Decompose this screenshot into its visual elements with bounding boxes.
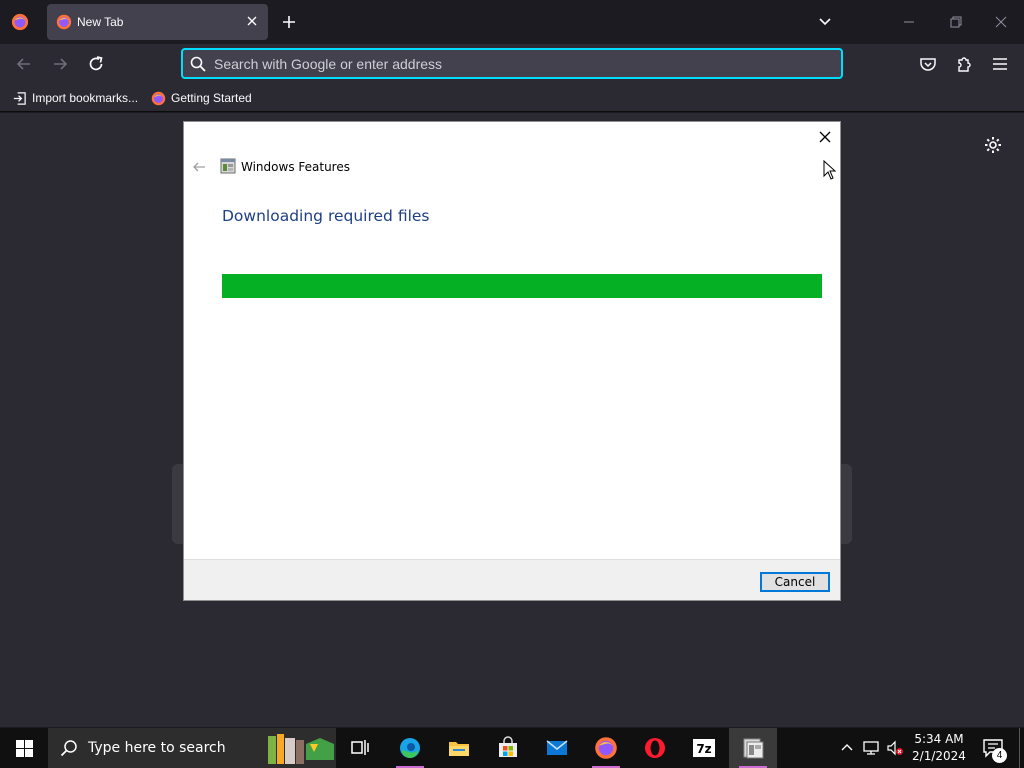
clock-date: 2/1/2024 — [912, 749, 966, 763]
gear-icon[interactable] — [983, 135, 1003, 155]
windows-taskbar: Type here to search 7z 5:34 AM 2/1/2024 … — [0, 728, 1024, 768]
mouse-cursor-icon — [823, 160, 837, 180]
taskbar-mail[interactable] — [533, 728, 581, 768]
dialog-title: Windows Features — [241, 160, 350, 174]
tab-title: New Tab — [77, 15, 124, 29]
search-highlight-books-icon — [268, 734, 334, 764]
mail-icon — [546, 740, 568, 755]
windows-features-app-icon — [220, 158, 236, 174]
minimize-window-icon[interactable] — [886, 0, 932, 44]
address-bar[interactable] — [181, 48, 843, 79]
windows-logo-icon — [15, 739, 33, 757]
pocket-icon[interactable] — [918, 54, 938, 74]
folder-icon — [449, 742, 469, 756]
start-button[interactable] — [0, 728, 48, 768]
dialog-footer: Cancel — [184, 559, 840, 600]
cancel-button[interactable]: Cancel — [760, 572, 830, 592]
progress-fill — [222, 274, 822, 298]
windows-features-app-icon — [743, 738, 764, 759]
search-icon — [60, 740, 77, 757]
firefox-icon — [595, 737, 617, 759]
tab-bar: New Tab — [0, 0, 1024, 44]
reload-icon[interactable] — [86, 54, 106, 74]
chevron-up-icon[interactable] — [838, 739, 856, 757]
navigation-toolbar — [0, 44, 1024, 84]
bookmark-import[interactable]: Import bookmarks... — [12, 90, 138, 106]
forward-arrow-icon[interactable] — [50, 54, 70, 74]
import-icon — [13, 91, 26, 105]
taskbar-opera[interactable] — [631, 728, 679, 768]
taskbar-file-explorer[interactable] — [435, 728, 483, 768]
bookmark-label: Getting Started — [171, 91, 252, 105]
taskbar-microsoft-store[interactable] — [484, 728, 532, 768]
edge-icon — [400, 738, 420, 758]
back-arrow-icon[interactable] — [14, 54, 34, 74]
address-input[interactable] — [214, 52, 814, 76]
task-view-icon — [351, 740, 369, 755]
close-window-icon[interactable] — [978, 0, 1024, 44]
taskbar-task-view[interactable] — [336, 728, 384, 768]
taskbar-edge[interactable] — [386, 728, 434, 768]
download-progress-bar — [222, 274, 822, 298]
hamburger-menu-icon[interactable] — [990, 54, 1010, 74]
volume-muted-icon[interactable] — [886, 739, 904, 757]
svg-text:7z: 7z — [696, 742, 711, 756]
show-desktop-button[interactable] — [1019, 728, 1024, 768]
dialog-heading: Downloading required files — [222, 207, 430, 225]
windows-features-dialog: Windows Features Downloading required fi… — [183, 121, 841, 601]
notification-count-badge: 4 — [992, 748, 1007, 763]
bookmark-label: Import bookmarks... — [32, 91, 139, 105]
bookmarks-toolbar: Import bookmarks... Getting Started — [0, 84, 1024, 112]
taskbar-search-box[interactable]: Type here to search — [48, 728, 336, 768]
clock-time: 5:34 AM — [914, 732, 964, 746]
7zip-icon: 7z — [693, 739, 715, 757]
restore-window-icon[interactable] — [932, 0, 978, 44]
taskbar-firefox[interactable] — [582, 728, 630, 768]
taskbar-7zip[interactable]: 7z — [680, 728, 728, 768]
firefox-bookmark-icon — [151, 91, 166, 105]
close-tab-icon[interactable] — [244, 13, 260, 29]
new-tab-plus-icon[interactable] — [280, 13, 298, 31]
network-icon[interactable] — [862, 739, 880, 757]
back-arrow-icon[interactable] — [192, 160, 206, 174]
opera-icon — [645, 738, 665, 758]
search-icon — [190, 56, 206, 72]
firefox-tab-icon — [56, 14, 72, 30]
store-icon — [499, 736, 517, 757]
taskbar-windows-features[interactable] — [729, 728, 777, 768]
close-icon[interactable] — [816, 128, 834, 146]
taskbar-search-placeholder: Type here to search — [88, 740, 226, 756]
system-clock[interactable]: 5:34 AM 2/1/2024 — [912, 731, 966, 765]
chevron-down-icon[interactable] — [817, 14, 833, 30]
bookmark-getting-started[interactable]: Getting Started — [151, 90, 252, 106]
firefox-logo-icon[interactable] — [11, 13, 29, 31]
tab-new-tab[interactable]: New Tab — [47, 4, 268, 40]
extensions-puzzle-icon[interactable] — [954, 54, 974, 74]
